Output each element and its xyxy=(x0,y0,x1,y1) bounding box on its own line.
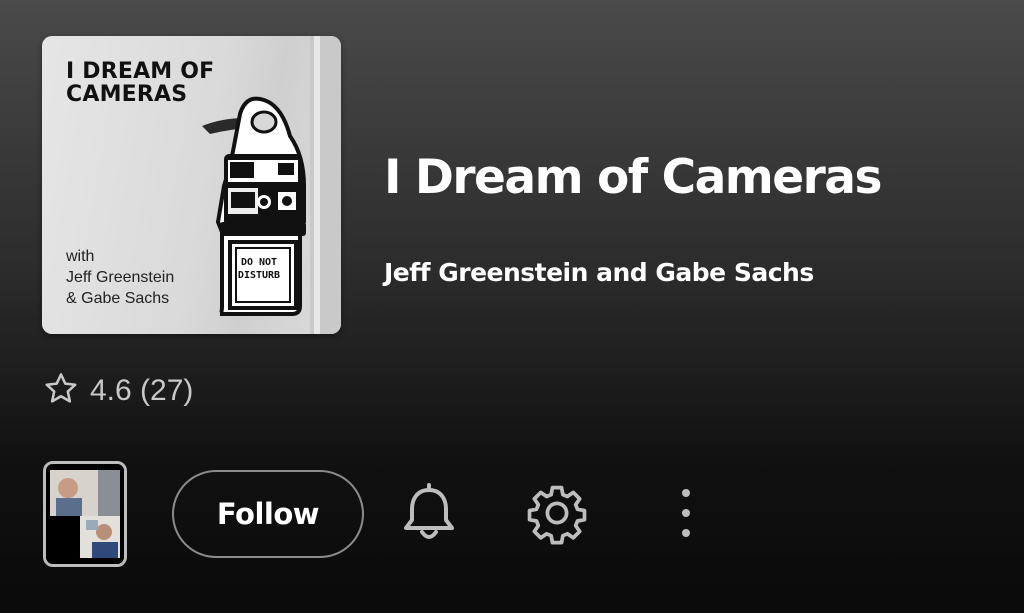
gear-icon xyxy=(525,481,589,549)
podcast-cover-art: I DREAM OF CAMERAS with Jeff Greenstein … xyxy=(42,36,341,334)
star-outline-icon xyxy=(42,370,80,412)
more-options-button[interactable] xyxy=(664,482,708,548)
hosts-avatar[interactable] xyxy=(43,461,127,567)
podcast-author[interactable]: Jeff Greenstein and Gabe Sachs xyxy=(384,258,814,287)
follow-button[interactable]: Follow xyxy=(172,470,364,558)
do-not-disturb-text: DO NOT DISTURB xyxy=(237,257,281,281)
podcast-title: I Dream of Cameras xyxy=(384,150,883,205)
podcast-header-page: I DREAM OF CAMERAS with Jeff Greenstein … xyxy=(0,0,1024,613)
hosts-photo xyxy=(46,464,124,564)
bell-icon xyxy=(399,482,459,548)
notifications-button[interactable] xyxy=(396,482,462,548)
more-vertical-icon xyxy=(676,483,696,547)
settings-button[interactable] xyxy=(524,482,590,548)
cover-title-text: I DREAM OF CAMERAS xyxy=(66,59,215,107)
rating[interactable]: 4.6 (27) xyxy=(42,370,193,412)
rating-value: 4.6 (27) xyxy=(90,374,194,407)
cover-credit-text: with Jeff Greenstein & Gabe Sachs xyxy=(66,248,175,307)
